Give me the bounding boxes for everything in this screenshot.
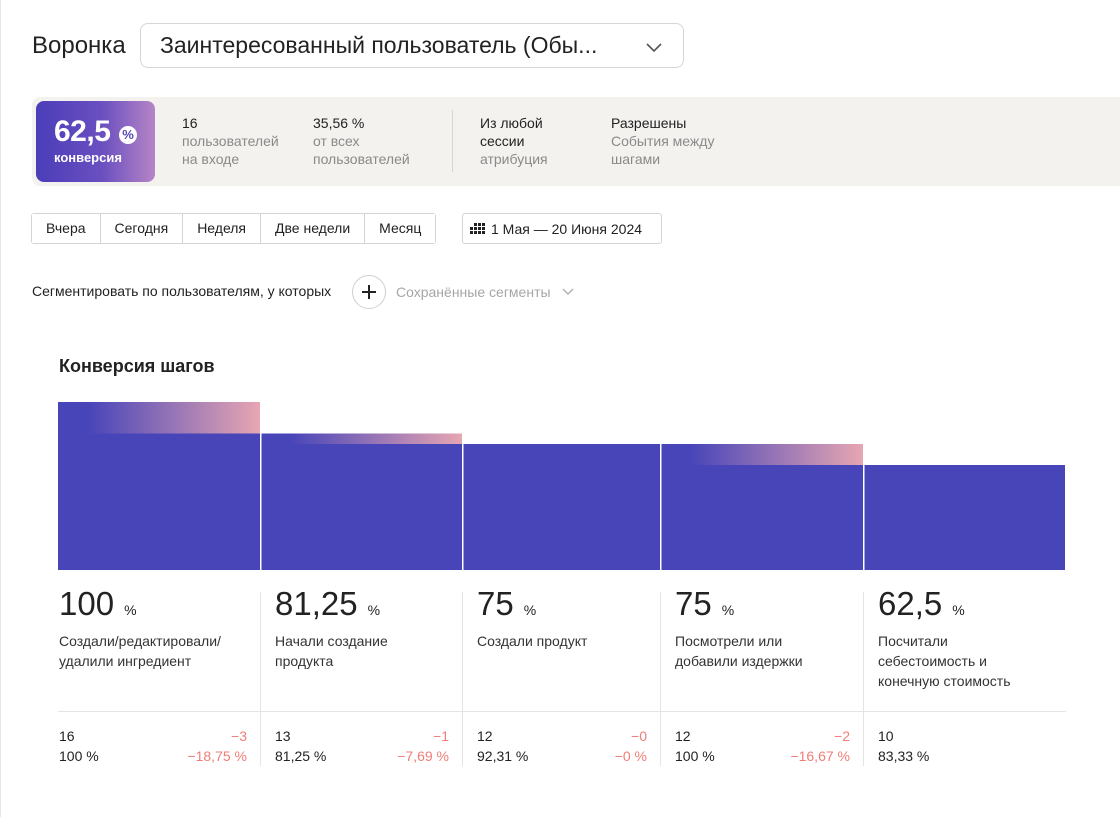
step-percent-value: 100 bbox=[59, 585, 115, 622]
step-name-line: конечную стоимость bbox=[878, 673, 1011, 689]
step-count: 13 81,25 % bbox=[275, 726, 326, 766]
step-percent-unit: % bbox=[124, 602, 137, 618]
step-column-divider bbox=[260, 592, 261, 766]
funnel-dropoff-4 bbox=[660, 444, 863, 465]
step-count-percent: 100 % bbox=[675, 748, 715, 764]
step-name: Начали создание продукта bbox=[275, 631, 388, 671]
step-3: 75% Создали продукт bbox=[477, 585, 587, 651]
step-dropoff: −3 −18,75 % bbox=[187, 726, 247, 766]
step-dropoff-value: −0 bbox=[631, 728, 647, 744]
step-column-divider bbox=[863, 592, 864, 766]
funnel-bar-2[interactable] bbox=[260, 444, 462, 570]
step-dropoff: −1 −7,69 % bbox=[397, 726, 449, 766]
step-name: Создали продукт bbox=[477, 631, 587, 651]
step-dropoff-percent: −0 % bbox=[614, 748, 647, 764]
step-count-percent: 92,31 % bbox=[477, 748, 529, 764]
step-percent-value: 62,5 bbox=[878, 585, 943, 622]
step-percent-unit: % bbox=[952, 602, 965, 618]
step-dropoff-value: −3 bbox=[231, 728, 247, 744]
step-percent: 81,25% bbox=[275, 585, 388, 623]
steps-divider bbox=[58, 711, 1066, 712]
step-dropoff-percent: −16,67 % bbox=[790, 748, 850, 764]
step-percent-unit: % bbox=[721, 602, 735, 618]
step-name-line: продукта bbox=[275, 653, 334, 669]
funnel-bar-separator bbox=[863, 465, 865, 570]
funnel-dropoff-2 bbox=[260, 433, 462, 444]
step-4: 75% Посмотрели или добавили издержки bbox=[675, 585, 803, 671]
step-count-value: 16 bbox=[59, 728, 75, 744]
step-percent-value: 75 bbox=[675, 585, 712, 622]
step-name: Создали/редактировали/удалили ингредиент bbox=[59, 631, 221, 671]
step-dropoff-percent: −7,69 % bbox=[397, 748, 449, 764]
step-name: Посчитали себестоимость и конечную стоимос… bbox=[878, 631, 1011, 691]
step-dropoff-value: −1 bbox=[433, 728, 449, 744]
funnel-bar-separator bbox=[260, 433, 262, 570]
funnel-bar-5[interactable] bbox=[863, 465, 1065, 570]
step-name-line: Создали/редактировали/ bbox=[59, 633, 221, 649]
step-percent: 62,5% bbox=[878, 585, 1011, 623]
step-dropoff-percent: −18,75 % bbox=[187, 748, 247, 764]
step-count-percent: 81,25 % bbox=[275, 748, 327, 764]
step-percent: 100% bbox=[59, 585, 221, 623]
funnel-bar-separator bbox=[462, 444, 464, 570]
funnel-bar-1[interactable] bbox=[58, 433, 260, 571]
step-count-value: 12 bbox=[675, 728, 691, 744]
step-percent-value: 81,25 bbox=[275, 585, 358, 622]
step-count-value: 13 bbox=[275, 728, 291, 744]
step-name-line: себестоимость и bbox=[878, 653, 987, 669]
step-column-divider bbox=[462, 592, 463, 766]
step-dropoff-value: −2 bbox=[834, 728, 850, 744]
step-name-line: Начали создание bbox=[275, 633, 388, 649]
funnel-bar-3[interactable] bbox=[462, 444, 660, 570]
step-count-value: 10 bbox=[878, 728, 894, 744]
step-name-line: Посчитали bbox=[878, 633, 948, 649]
step-name-line: Создали продукт bbox=[477, 633, 588, 649]
step-1: 100% Создали/редактировали/удалили ингред… bbox=[59, 585, 221, 671]
step-percent-value: 75 bbox=[477, 585, 514, 622]
step-percent: 75% bbox=[675, 585, 803, 623]
step-count-percent: 100 % bbox=[59, 748, 99, 764]
step-column-divider bbox=[660, 592, 661, 766]
step-name: Посмотрели или добавили издержки bbox=[675, 631, 803, 671]
step-count: 12 92,31 % bbox=[477, 726, 528, 766]
step-count: 16 100 % bbox=[59, 726, 99, 766]
step-percent-unit: % bbox=[523, 602, 537, 618]
step-count: 12 100 % bbox=[675, 726, 715, 766]
step-5: 62,5% Посчитали себестоимость и конечную ст… bbox=[878, 585, 1011, 691]
step-count: 10 83,33 % bbox=[878, 726, 929, 766]
step-dropoff: −2 −16,67 % bbox=[790, 726, 850, 766]
step-percent: 75% bbox=[477, 585, 587, 623]
funnel-bar-4[interactable] bbox=[660, 465, 863, 570]
step-name-line: Посмотрели или bbox=[675, 633, 783, 649]
step-percent-unit: % bbox=[367, 602, 381, 618]
step-name-line: удалили ингредиент bbox=[59, 653, 192, 669]
step-name-line: добавили издержки bbox=[675, 653, 803, 669]
step-2: 81,25% Начали создание продукта bbox=[275, 585, 388, 671]
step-count-percent: 83,33 % bbox=[878, 748, 930, 764]
step-dropoff: −0 −0 % bbox=[615, 726, 647, 766]
step-count-value: 12 bbox=[477, 728, 493, 744]
funnel-dropoff-1 bbox=[58, 402, 260, 434]
funnel-chart bbox=[58, 402, 1065, 571]
funnel-bar-separator bbox=[660, 444, 662, 570]
